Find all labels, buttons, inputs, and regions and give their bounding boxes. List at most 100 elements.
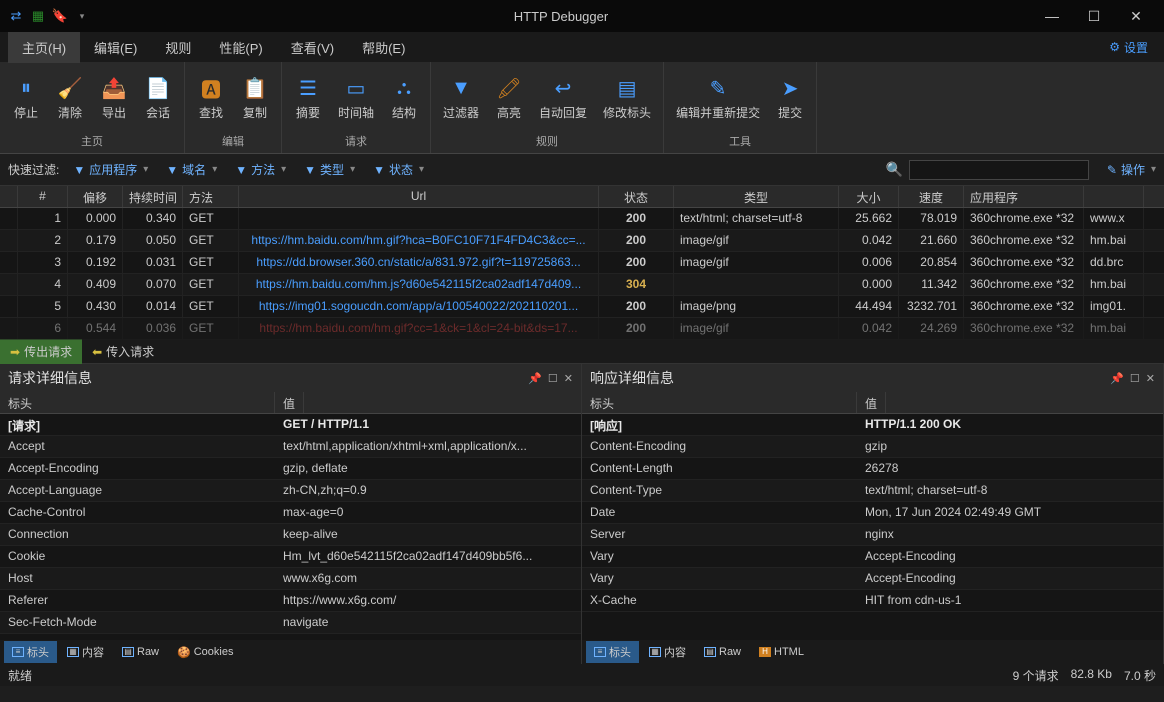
- col-speed[interactable]: 速度: [899, 186, 964, 207]
- kv-row[interactable]: Accept-Languagezh-CN,zh;q=0.9: [0, 480, 581, 502]
- highlight-button[interactable]: 🖍高亮: [487, 64, 531, 131]
- grid-row[interactable]: 60.5440.036GEThttps://hm.baidu.com/hm.gi…: [0, 318, 1164, 340]
- timeline-button[interactable]: ▭时间轴: [330, 64, 382, 131]
- tab-content[interactable]: ▦内容: [641, 641, 694, 663]
- broom-icon: 🧹: [56, 74, 84, 102]
- col-status[interactable]: 状态: [599, 186, 674, 207]
- kv-row[interactable]: Servernginx: [582, 524, 1163, 546]
- col-url[interactable]: Url: [239, 186, 599, 207]
- kv-row[interactable]: VaryAccept-Encoding: [582, 546, 1163, 568]
- filter-app[interactable]: ▼应用程序▾: [69, 159, 152, 180]
- filter-domain[interactable]: ▼域名▾: [162, 159, 221, 180]
- col-duration[interactable]: 持续时间: [123, 186, 183, 207]
- autoresponder-button[interactable]: ↩自动回复: [531, 64, 595, 131]
- tab-edit[interactable]: 编辑(E): [80, 32, 151, 63]
- export-button[interactable]: 📤导出: [92, 64, 136, 131]
- excel-icon[interactable]: ▦: [30, 8, 46, 24]
- tab-content[interactable]: ▦内容: [59, 641, 112, 663]
- session-button[interactable]: 📄会话: [136, 64, 180, 131]
- kv-row[interactable]: CookieHm_lvt_d60e542115f2ca02adf147d409b…: [0, 546, 581, 568]
- filter-type[interactable]: ▼类型▾: [300, 159, 359, 180]
- kv-row[interactable]: VaryAccept-Encoding: [582, 568, 1163, 590]
- kv-row[interactable]: Refererhttps://www.x6g.com/: [0, 590, 581, 612]
- submit-button[interactable]: ➤提交: [768, 64, 812, 131]
- kv-row[interactable]: Hostwww.x6g.com: [0, 568, 581, 590]
- modifyheader-button[interactable]: ▤修改标头: [595, 64, 659, 131]
- kv-row[interactable]: Content-Encodinggzip: [582, 436, 1163, 458]
- bookmark-icon[interactable]: 🔖: [52, 8, 68, 24]
- tab-help[interactable]: 帮助(E): [348, 32, 419, 63]
- kv-row[interactable]: Cache-Controlmax-age=0: [0, 502, 581, 524]
- kv-row[interactable]: Accepttext/html,application/xhtml+xml,ap…: [0, 436, 581, 458]
- col-value[interactable]: 值: [857, 392, 886, 413]
- grid-row[interactable]: 40.4090.070GEThttps://hm.baidu.com/hm.js…: [0, 274, 1164, 296]
- operations-button[interactable]: ✎操作▾: [1107, 161, 1156, 178]
- pin-icon[interactable]: 📌: [1110, 372, 1124, 385]
- qat-dropdown-icon[interactable]: ▾: [74, 8, 90, 24]
- col-num[interactable]: #: [18, 186, 68, 207]
- kv-row[interactable]: Connectionkeep-alive: [0, 524, 581, 546]
- col-key[interactable]: 标头: [582, 392, 857, 413]
- html-icon: H: [759, 647, 771, 657]
- kv-row[interactable]: [响应]HTTP/1.1 200 OK: [582, 414, 1163, 436]
- tab-raw[interactable]: ▤Raw: [696, 643, 749, 661]
- tab-headers[interactable]: ≡标头: [4, 641, 57, 663]
- stop-button[interactable]: ⏸停止: [4, 64, 48, 131]
- search-icon[interactable]: 🔍: [885, 161, 902, 178]
- grid-row[interactable]: 30.1920.031GEThttps://dd.browser.360.cn/…: [0, 252, 1164, 274]
- find-button[interactable]: 🅰查找: [189, 64, 233, 131]
- kv-row[interactable]: Sec-Fetch-Modenavigate: [0, 612, 581, 634]
- kv-row[interactable]: DateMon, 17 Jun 2024 02:49:49 GMT: [582, 502, 1163, 524]
- col-offset[interactable]: 偏移: [68, 186, 123, 207]
- statusbar: 就绪 9 个请求 82.8 Kb 7.0 秒: [0, 664, 1164, 686]
- col-value[interactable]: 值: [275, 392, 304, 413]
- response-panel: 响应详细信息 📌☐✕ 标头 值 [响应]HTTP/1.1 200 OKConte…: [582, 364, 1164, 664]
- maximize-icon[interactable]: ☐: [1130, 372, 1140, 385]
- summary-button[interactable]: ☰摘要: [286, 64, 330, 131]
- col-method[interactable]: 方法: [183, 186, 239, 207]
- settings-button[interactable]: ⚙ 设置: [1109, 39, 1156, 56]
- maximize-icon[interactable]: ☐: [548, 372, 558, 385]
- copy-button[interactable]: 📋复制: [233, 64, 277, 131]
- kv-row[interactable]: X-CacheHIT from cdn-us-1: [582, 590, 1163, 612]
- tab-incoming[interactable]: ⬅传入请求: [82, 339, 164, 364]
- kv-row[interactable]: Content-Length26278: [582, 458, 1163, 480]
- col-app[interactable]: 应用程序: [964, 186, 1084, 207]
- tab-home[interactable]: 主页(H): [8, 32, 80, 63]
- kv-row[interactable]: Accept-Encodinggzip, deflate: [0, 458, 581, 480]
- grid-row[interactable]: 20.1790.050GEThttps://hm.baidu.com/hm.gi…: [0, 230, 1164, 252]
- tab-view[interactable]: 查看(V): [277, 32, 348, 63]
- tab-cookies[interactable]: 🍪Cookies: [169, 643, 241, 662]
- search-input[interactable]: [909, 160, 1089, 180]
- grid-row[interactable]: 50.4300.014GEThttps://img01.sogoucdn.com…: [0, 296, 1164, 318]
- status-count: 9 个请求: [1013, 667, 1059, 684]
- filter-status[interactable]: ▼状态▾: [369, 159, 428, 180]
- minimize-button[interactable]: —: [1032, 2, 1072, 30]
- pause-icon: ⏸: [12, 74, 40, 102]
- maximize-button[interactable]: ☐: [1074, 2, 1114, 30]
- tab-html[interactable]: HHTML: [751, 643, 812, 661]
- tab-headers[interactable]: ≡标头: [586, 641, 639, 663]
- col-size[interactable]: 大小: [839, 186, 899, 207]
- pin-icon[interactable]: 📌: [528, 372, 542, 385]
- col-key[interactable]: 标头: [0, 392, 275, 413]
- grid-row[interactable]: 10.0000.340GET200text/html; charset=utf-…: [0, 208, 1164, 230]
- editresend-button[interactable]: ✎编辑并重新提交: [668, 64, 768, 131]
- status-time: 7.0 秒: [1124, 667, 1156, 684]
- tab-performance[interactable]: 性能(P): [205, 32, 276, 63]
- col-type[interactable]: 类型: [674, 186, 839, 207]
- col-indicator[interactable]: [0, 186, 18, 207]
- close-icon[interactable]: ✕: [564, 372, 573, 385]
- structure-button[interactable]: ⛬结构: [382, 64, 426, 131]
- close-button[interactable]: ✕: [1116, 2, 1156, 30]
- tab-rules[interactable]: 规则: [151, 32, 205, 63]
- clear-button[interactable]: 🧹清除: [48, 64, 92, 131]
- filter-button[interactable]: ▼过滤器: [435, 64, 487, 131]
- kv-row[interactable]: [请求]GET / HTTP/1.1: [0, 414, 581, 436]
- kv-row[interactable]: Content-Typetext/html; charset=utf-8: [582, 480, 1163, 502]
- col-host[interactable]: [1084, 186, 1144, 207]
- filter-method[interactable]: ▼方法▾: [231, 159, 290, 180]
- tab-outgoing[interactable]: ➡传出请求: [0, 339, 82, 364]
- tab-raw[interactable]: ▤Raw: [114, 643, 167, 661]
- close-icon[interactable]: ✕: [1146, 372, 1155, 385]
